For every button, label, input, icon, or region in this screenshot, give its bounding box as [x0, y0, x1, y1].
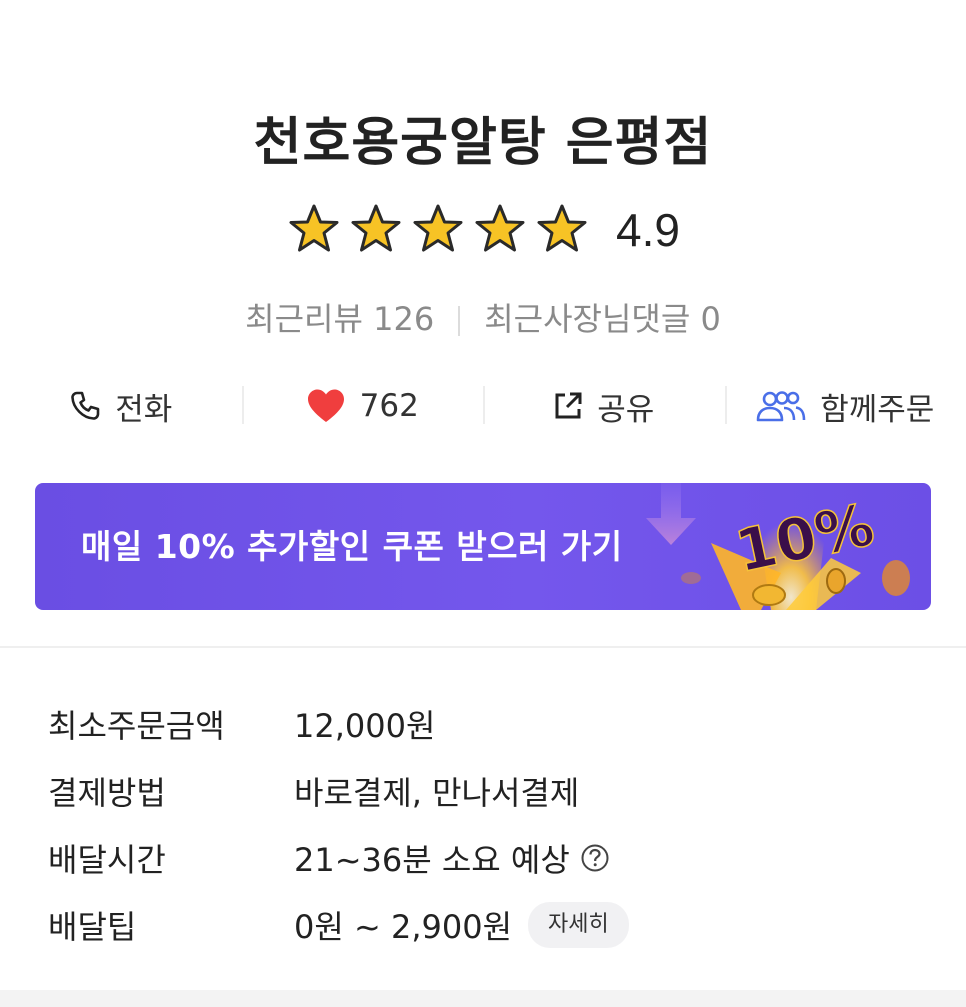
delivery-time-value: 21~36분 소요 예상 — [294, 840, 570, 879]
star-icon — [289, 204, 339, 252]
call-button[interactable]: 전화 — [0, 378, 242, 434]
heart-icon — [307, 389, 344, 422]
action-bar: 전화 762 공유 함께주문 — [0, 378, 966, 434]
call-label: 전화 — [115, 391, 173, 428]
delivery-time-row: 배달시간 21~36분 소요 예상 — [48, 824, 629, 891]
like-count: 762 — [359, 388, 419, 424]
delivery-tip-label: 배달팁 — [48, 907, 137, 946]
delivery-tip-value: 0원 ~ 2,900원 — [294, 907, 513, 946]
section-divider — [0, 646, 966, 648]
delivery-time-label: 배달시간 — [48, 840, 166, 879]
payment-value: 바로결제, 만나서결제 — [294, 773, 580, 812]
rating-stars — [286, 202, 590, 258]
coupon-banner[interactable]: 매일 10% 추가할인 쿠폰 받으러 가기 10% — [35, 483, 931, 610]
star-icon — [351, 204, 401, 252]
owner-replies-link[interactable]: 최근사장님댓글 0 — [484, 300, 721, 338]
bottom-divider — [0, 990, 966, 1007]
share-label: 공유 — [597, 391, 655, 428]
group-order-label: 함께주문 — [820, 391, 935, 428]
share-button[interactable]: 공유 — [483, 378, 725, 434]
star-icon — [475, 204, 525, 252]
down-arrow — [646, 483, 696, 545]
star-icon — [413, 204, 463, 252]
min-order-row: 최소주문금액 12,000원 — [48, 690, 629, 757]
star-icon — [537, 204, 587, 252]
recent-reviews-link[interactable]: 최근리뷰 126 — [245, 300, 434, 338]
group-order-button[interactable]: 함께주문 — [724, 378, 966, 434]
rating-value: 4.9 — [616, 204, 680, 256]
delivery-tip-row: 배달팁 0원 ~ 2,900원 자세히 — [48, 891, 629, 958]
like-button[interactable]: 762 — [241, 378, 484, 434]
review-summary: 최근리뷰 126 최근사장님댓글 0 — [0, 294, 966, 340]
store-info: 최소주문금액 12,000원 결제방법 바로결제, 만나서결제 배달시간 21~… — [48, 690, 629, 958]
share-icon — [555, 392, 582, 419]
coupon-art: 10% — [646, 483, 910, 610]
help-icon[interactable] — [580, 843, 610, 873]
min-order-label: 최소주문금액 — [48, 706, 225, 745]
delivery-time-value-wrap: 21~36분 소요 예상 — [294, 835, 610, 881]
banner-text: 매일 10% 추가할인 쿠폰 받으러 가기 — [81, 527, 623, 566]
store-title: 천호용궁알탕 은평점 — [253, 113, 713, 173]
payment-label: 결제방법 — [48, 773, 166, 812]
group-users-icon — [756, 391, 806, 422]
delivery-tip-value-wrap: 0원 ~ 2,900원 자세히 — [294, 901, 629, 948]
detail-button[interactable]: 자세히 — [528, 901, 629, 948]
min-order-value: 12,000원 — [294, 706, 436, 745]
phone-icon — [71, 391, 100, 420]
rating-row: 4.9 — [0, 198, 966, 262]
divider — [458, 306, 461, 336]
payment-row: 결제방법 바로결제, 만나서결제 — [48, 757, 629, 824]
